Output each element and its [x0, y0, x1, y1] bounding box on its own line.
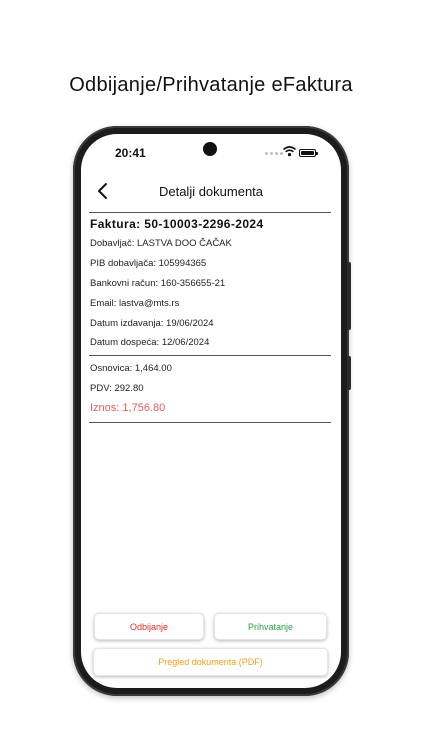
- status-time: 20:41: [115, 146, 146, 160]
- page-title: Detalji dokumenta: [158, 184, 264, 199]
- vat-amount: PDV: 292.80: [90, 383, 144, 394]
- due-date: Datum dospeća: 12/06/2024: [90, 337, 210, 348]
- supplier-pib: PIB dobavljača: 105994365: [90, 258, 207, 269]
- power-button: [347, 356, 351, 390]
- nav-bar: Detalji dokumenta: [81, 178, 341, 204]
- reject-button[interactable]: Odbijanje: [94, 613, 204, 640]
- supplier-label: Dobavljač: LASTVA DOO ČAČAK: [90, 238, 232, 249]
- divider: [89, 422, 331, 423]
- divider: [89, 212, 331, 213]
- camera-icon: [203, 142, 217, 156]
- issue-date: Datum izdavanja: 19/06/2024: [90, 318, 214, 329]
- invoice-title: Faktura: 50-10003-2296-2024: [90, 217, 264, 231]
- bank-account: Bankovni račun: 160-356655-21: [90, 278, 226, 289]
- app-screen: 20:41 Detalji dokumenta Faktura: 50-1000…: [81, 134, 341, 688]
- battery-icon: [299, 149, 318, 157]
- signal-icon: [265, 152, 283, 155]
- view-pdf-button[interactable]: Pregled dokumenta (PDF): [93, 648, 328, 676]
- accept-button[interactable]: Prihvatanje: [214, 613, 327, 640]
- base-amount: Osnovica: 1,464.00: [90, 363, 172, 374]
- promo-title: Odbijanje/Prihvatanje eFaktura: [69, 74, 353, 96]
- supplier-email: Email: lastva@mts.rs: [90, 298, 180, 309]
- volume-button: [347, 262, 351, 330]
- divider: [89, 355, 331, 356]
- wifi-icon: [283, 146, 296, 157]
- total-amount: Iznos: 1,756.80: [90, 402, 166, 414]
